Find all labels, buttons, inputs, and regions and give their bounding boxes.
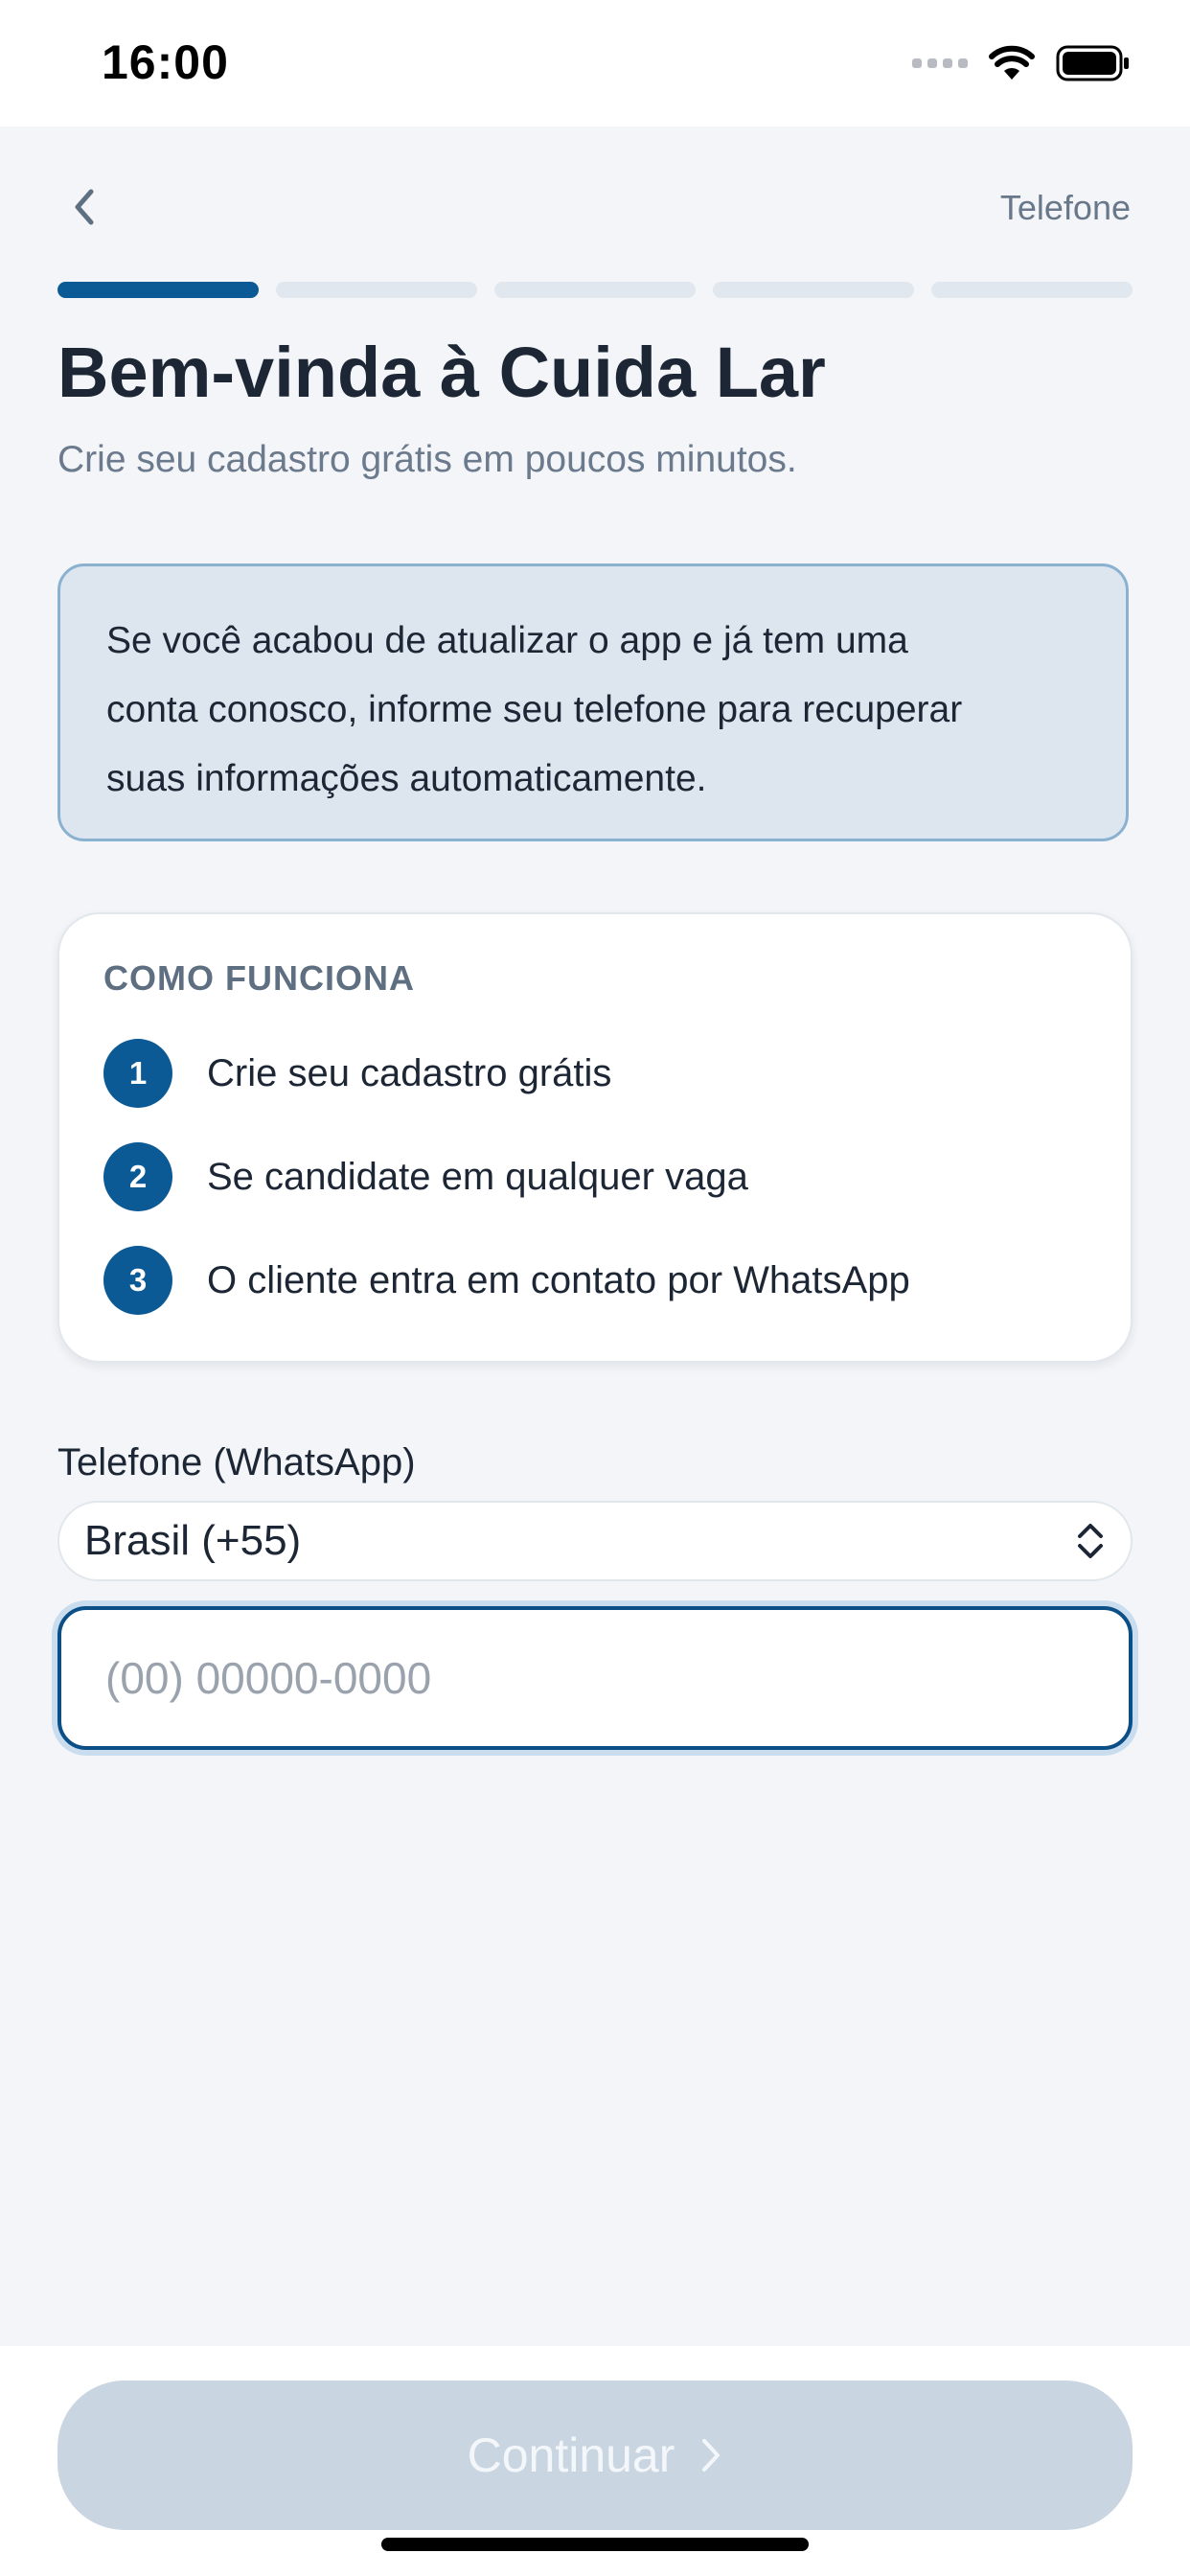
progress-segment-4 — [713, 282, 914, 298]
continue-button[interactable]: Continuar — [57, 2380, 1133, 2530]
step-number-badge: 2 — [103, 1142, 172, 1211]
info-line: Se você acabou de atualizar o app e já t… — [106, 620, 908, 661]
chevron-left-icon — [75, 189, 94, 225]
how-step-2: 2 Se candidate em qualquer vaga — [103, 1142, 748, 1211]
country-select[interactable]: Brasil (+55) — [57, 1501, 1133, 1581]
cellular-signal-icon — [912, 58, 968, 68]
how-it-works-title: COMO FUNCIONA — [103, 958, 415, 998]
battery-icon — [1056, 45, 1129, 81]
step-number-badge: 3 — [103, 1246, 172, 1315]
country-select-value: Brasil (+55) — [84, 1517, 302, 1564]
step-text: O cliente entra em contato por WhatsApp — [207, 1258, 910, 1301]
step-number-badge: 1 — [103, 1039, 172, 1108]
progress-segment-5 — [931, 282, 1133, 298]
how-step-3: 3 O cliente entra em contato por WhatsAp… — [103, 1246, 910, 1315]
chevron-right-icon — [702, 2439, 721, 2472]
progress-steps — [57, 282, 1133, 298]
info-line: suas informações automaticamente. — [106, 758, 707, 799]
status-bar: 16:00 — [0, 0, 1190, 126]
chevron-up-down-icon — [1078, 1524, 1103, 1558]
wifi-icon — [989, 45, 1035, 80]
continue-button-label: Continuar — [467, 2428, 675, 2482]
step-text: Crie seu cadastro grátis — [207, 1051, 612, 1094]
step-text: Se candidate em qualquer vaga — [207, 1155, 748, 1198]
status-time: 16:00 — [102, 35, 229, 89]
progress-segment-3 — [494, 282, 696, 298]
step-label: Telefone — [999, 188, 1131, 227]
how-it-works-card: COMO FUNCIONA 1 Crie seu cadastro grátis… — [57, 912, 1133, 1363]
info-line: conta conosco, informe seu telefone para… — [106, 689, 963, 730]
how-step-1: 1 Crie seu cadastro grátis — [103, 1039, 611, 1108]
progress-segment-2 — [276, 282, 477, 298]
status-icons — [912, 42, 1131, 84]
page-subtitle: Crie seu cadastro grátis em poucos minut… — [57, 439, 797, 480]
phone-field-label: Telefone (WhatsApp) — [57, 1441, 416, 1484]
page-title: Bem-vinda à Cuida Lar — [57, 333, 826, 412]
phone-input[interactable] — [57, 1606, 1133, 1750]
back-button[interactable] — [59, 180, 107, 234]
info-box: Se você acabou de atualizar o app e já t… — [57, 564, 1129, 841]
home-indicator — [381, 2538, 809, 2551]
progress-segment-1 — [57, 282, 259, 298]
